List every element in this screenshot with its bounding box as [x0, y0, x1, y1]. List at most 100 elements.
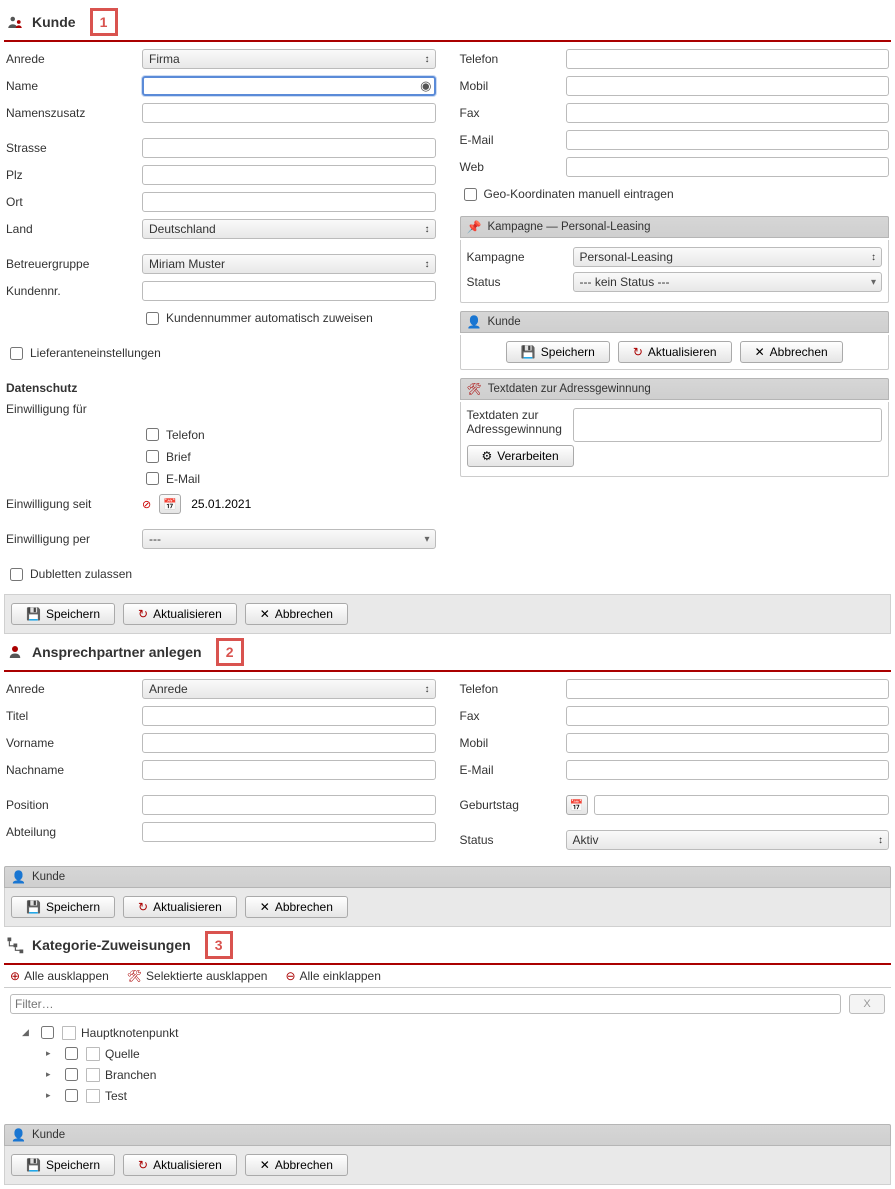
abbrechen-button-2[interactable]: ✕Abbrechen: [245, 603, 348, 625]
aktualisieren-button-2[interactable]: ↻Aktualisieren: [123, 603, 237, 625]
label-anrede: Anrede: [6, 52, 136, 66]
alle-ausklappen[interactable]: ⊕Alle ausklappen: [10, 969, 109, 983]
tree-item-branchen[interactable]: ▸Branchen: [46, 1064, 883, 1085]
chevron-right-icon[interactable]: ▸: [46, 1069, 56, 1080]
chevron-down-icon[interactable]: ◢: [22, 1027, 32, 1038]
ap-telefon-input[interactable]: [566, 679, 890, 699]
ap-buttons: 💾Speichern ↻Aktualisieren ✕Abbrechen: [4, 888, 891, 927]
ap-fax-input[interactable]: [566, 706, 890, 726]
dubletten-checkbox[interactable]: Dubletten zulassen: [6, 565, 132, 584]
label-name: Name: [6, 79, 136, 93]
mobil-input[interactable]: [566, 76, 890, 96]
kundennr-input[interactable]: [142, 281, 436, 301]
aktualisieren-button[interactable]: ↻Aktualisieren: [618, 341, 732, 363]
category-tree: ◢Hauptknotenpunkt ▸Quelle ▸Branchen ▸Tes…: [4, 1020, 891, 1118]
calendar-icon[interactable]: 📅: [566, 795, 588, 815]
fax-input[interactable]: [566, 103, 890, 123]
label-ap-geburtstag: Geburtstag: [460, 798, 560, 812]
label-web: Web: [460, 160, 560, 174]
betreuergruppe-value: Miriam Muster: [149, 257, 225, 271]
cb-brief[interactable]: Brief: [142, 447, 205, 466]
lookup-icon[interactable]: ◉: [420, 78, 431, 94]
label-telefon: Telefon: [460, 52, 560, 66]
ap-email-input[interactable]: [566, 760, 890, 780]
verarbeiten-button[interactable]: ⚙Verarbeiten: [467, 445, 574, 467]
label-ap-position: Position: [6, 798, 136, 812]
abbrechen-button[interactable]: ✕Abbrechen: [740, 341, 843, 363]
required-icon: ⊘: [142, 498, 151, 511]
cancel-icon: ✕: [260, 900, 270, 914]
kunde-bottom-buttons: 💾Speichern ↻Aktualisieren ✕Abbrechen: [4, 594, 891, 634]
tree-root[interactable]: ◢Hauptknotenpunkt: [22, 1022, 883, 1043]
file-icon: [86, 1089, 100, 1103]
cancel-icon: ✕: [260, 1158, 270, 1172]
tree-item-test[interactable]: ▸Test: [46, 1085, 883, 1106]
einwilligung-date-input[interactable]: [187, 494, 435, 514]
kunde-title: Kunde: [32, 14, 76, 30]
textdaten-textarea[interactable]: [573, 408, 883, 442]
speichern-button-2[interactable]: 💾Speichern: [11, 603, 115, 625]
land-select[interactable]: Deutschland: [142, 219, 436, 239]
label-status: Status: [467, 275, 567, 289]
label-kundennr: Kundennr.: [6, 284, 136, 298]
name-input[interactable]: [142, 76, 436, 96]
refresh-icon: ↻: [138, 1158, 148, 1172]
collapse-all-icon: ⊖: [285, 969, 295, 983]
ap-geburtstag-input[interactable]: [594, 795, 890, 815]
namenszusatz-input[interactable]: [142, 103, 436, 123]
alle-einklappen[interactable]: ⊖Alle einklappen: [285, 969, 380, 983]
einwilligung-per-select[interactable]: ---: [142, 529, 436, 549]
autokundennr-checkbox[interactable]: Kundennummer automatisch zuweisen: [142, 309, 373, 328]
ap-abteilung-input[interactable]: [142, 822, 436, 842]
ap-status-select[interactable]: Aktiv: [566, 830, 890, 850]
chevron-right-icon[interactable]: ▸: [46, 1090, 56, 1101]
label-ap-titel: Titel: [6, 709, 136, 723]
ap-abbrechen-button[interactable]: ✕Abbrechen: [245, 896, 348, 918]
ap-aktualisieren-button[interactable]: ↻Aktualisieren: [123, 896, 237, 918]
kat-abbrechen-button[interactable]: ✕Abbrechen: [245, 1154, 348, 1176]
label-strasse: Strasse: [6, 141, 136, 155]
selektierte-ausklappen[interactable]: 🛠Selektierte ausklappen: [127, 969, 268, 983]
clear-filter-button[interactable]: X: [849, 994, 885, 1014]
plz-input[interactable]: [142, 165, 436, 185]
kat-speichern-button[interactable]: 💾Speichern: [11, 1154, 115, 1176]
betreuergruppe-select[interactable]: Miriam Muster: [142, 254, 436, 274]
status-select[interactable]: --- kein Status ---: [573, 272, 883, 292]
land-value: Deutschland: [149, 222, 216, 236]
expand-selected-icon: 🛠: [127, 969, 142, 983]
tree-item-quelle[interactable]: ▸Quelle: [46, 1043, 883, 1064]
chevron-right-icon[interactable]: ▸: [46, 1048, 56, 1059]
kat-aktualisieren-button[interactable]: ↻Aktualisieren: [123, 1154, 237, 1176]
cb-telefon[interactable]: Telefon: [142, 425, 205, 444]
ap-nachname-input[interactable]: [142, 760, 436, 780]
anrede-value: Firma: [149, 52, 180, 66]
tree-filter-input[interactable]: [10, 994, 841, 1014]
strasse-input[interactable]: [142, 138, 436, 158]
kampagne-select[interactable]: Personal-Leasing: [573, 247, 883, 267]
cb-email[interactable]: E-Mail: [142, 469, 205, 488]
label-einwilligung-seit: Einwilligung seit: [6, 497, 136, 511]
ap-position-input[interactable]: [142, 795, 436, 815]
pin-icon: 📌: [467, 220, 482, 234]
anrede-select[interactable]: Firma: [142, 49, 436, 69]
label-betreuergruppe: Betreuergruppe: [6, 257, 136, 271]
ap-titel-input[interactable]: [142, 706, 436, 726]
ort-input[interactable]: [142, 192, 436, 212]
calendar-icon[interactable]: 📅: [159, 494, 181, 514]
speichern-button[interactable]: 💾Speichern: [506, 341, 610, 363]
badge-3: 3: [205, 931, 233, 959]
tool-icon: 🛠: [467, 382, 482, 396]
kunde-header: Kunde 1: [4, 4, 891, 42]
web-input[interactable]: [566, 157, 890, 177]
lieferanten-checkbox[interactable]: Lieferanteneinstellungen: [6, 344, 161, 363]
refresh-icon: ↻: [138, 607, 148, 621]
ap-mobil-input[interactable]: [566, 733, 890, 753]
kunde-panel-header: 👤Kunde: [460, 311, 890, 333]
kategorie-title: Kategorie-Zuweisungen: [32, 937, 191, 953]
email-input[interactable]: [566, 130, 890, 150]
telefon-input[interactable]: [566, 49, 890, 69]
ap-anrede-select[interactable]: Anrede: [142, 679, 436, 699]
geo-checkbox[interactable]: Geo-Koordinaten manuell eintragen: [460, 185, 674, 204]
ap-vorname-input[interactable]: [142, 733, 436, 753]
ap-speichern-button[interactable]: 💾Speichern: [11, 896, 115, 918]
